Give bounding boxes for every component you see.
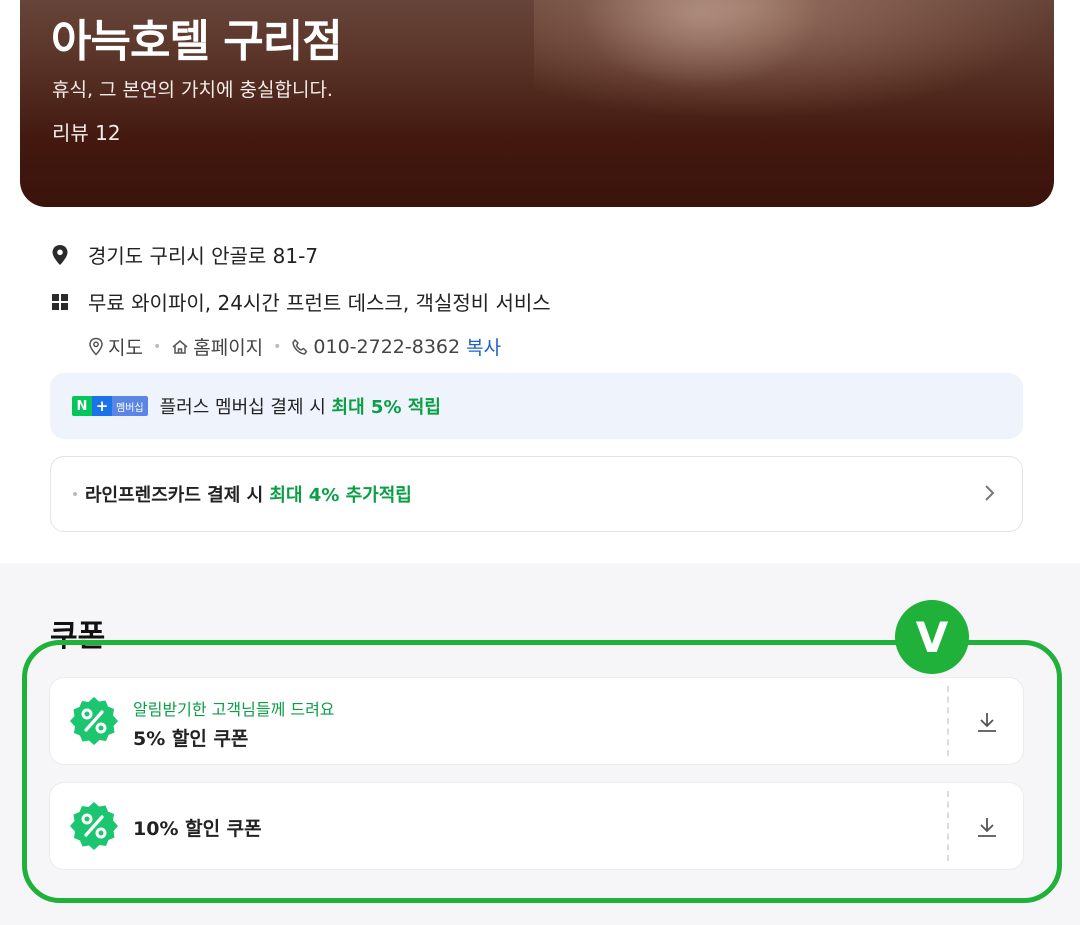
membership-text-prefix: 플러스 멤버십 결제 시 <box>159 397 332 418</box>
homepage-link-label: 홈페이지 <box>193 337 264 359</box>
chevron-right-icon <box>985 485 995 501</box>
copy-phone-button[interactable]: 복사 <box>466 333 501 360</box>
hotel-name: 아늑호텔 구리점 <box>51 16 343 67</box>
plus-icon: + <box>92 396 112 416</box>
membership-text-highlight: 최대 5% 적립 <box>331 397 441 418</box>
review-count-link[interactable]: 리뷰 12 <box>52 117 121 146</box>
coupon-text: 알림받기한 고객님들께 드려요 5% 할인 쿠폰 <box>133 696 335 751</box>
hotel-hero-banner: 아늑호텔 구리점 휴식, 그 본연의 가치에 충실합니다. 리뷰 12 <box>20 0 1054 207</box>
card-text-highlight: 최대 4% 추가적립 <box>269 485 412 506</box>
checkmark-badge-icon: V <box>895 600 969 674</box>
naver-n-logo: N <box>72 396 92 416</box>
coupon-divider <box>947 791 949 861</box>
amenities-text: 무료 와이파이, 24시간 프런트 데스크, 객실정비 서비스 <box>88 291 551 315</box>
download-icon[interactable] <box>975 710 999 734</box>
coupon-card: 10% 할인 쿠폰 <box>50 783 1023 869</box>
address-row: 경기도 구리시 안골로 81-7 <box>50 240 318 269</box>
coupon-divider <box>947 686 949 756</box>
homepage-link[interactable]: 홈페이지 <box>171 333 263 360</box>
coupon-title: 10% 할인 쿠폰 <box>133 818 262 840</box>
naver-plus-membership-badge: N + 멤버십 <box>72 396 148 416</box>
membership-badge-label: 멤버십 <box>112 396 148 416</box>
home-icon <box>172 339 188 354</box>
phone-icon <box>292 338 308 355</box>
coupon-title: 5% 할인 쿠폰 <box>133 728 249 750</box>
coupon-note: 알림받기한 고객님들께 드려요 <box>133 700 335 719</box>
coupon-section-title: 쿠폰 <box>50 619 106 654</box>
map-link[interactable]: 지도 <box>88 333 143 360</box>
hero-photo-highlight <box>580 0 820 90</box>
phone-number: 010-2722-8362 <box>313 335 461 358</box>
download-icon[interactable] <box>975 815 999 839</box>
membership-benefit-banner: N + 멤버십 플러스 멤버십 결제 시 최대 5% 적립 <box>50 373 1023 439</box>
hotel-slogan: 휴식, 그 본연의 가치에 충실합니다. <box>52 79 333 101</box>
address-text: 경기도 구리시 안골로 81-7 <box>88 244 319 268</box>
membership-benefit-text: 플러스 멤버십 결제 시 최대 5% 적립 <box>160 393 441 419</box>
card-promotion-text: 라인프렌즈카드 결제 시 최대 4% 추가적립 <box>85 481 412 507</box>
location-pin-icon <box>50 244 70 266</box>
discount-percent-icon <box>70 802 118 850</box>
contact-links: 지도 • 홈페이지 • 010-2722-8362 복사 <box>88 333 501 360</box>
separator-dot: • <box>273 338 282 355</box>
discount-percent-icon <box>70 697 118 745</box>
map-link-label: 지도 <box>108 337 143 359</box>
coupon-card: 알림받기한 고객님들께 드려요 5% 할인 쿠폰 <box>50 678 1023 764</box>
coupon-text: 10% 할인 쿠폰 <box>133 814 262 841</box>
bullet-dot <box>73 492 77 496</box>
separator-dot: • <box>152 338 162 355</box>
card-text-prefix: 라인프렌즈카드 결제 시 <box>85 485 270 506</box>
amenities-row: 무료 와이파이, 24시간 프런트 데스크, 객실정비 서비스 <box>50 287 551 316</box>
phone-link[interactable]: 010-2722-8362 <box>291 336 460 358</box>
card-promotion-row[interactable]: 라인프렌즈카드 결제 시 최대 4% 추가적립 <box>50 456 1023 532</box>
map-pin-outline-icon <box>89 337 103 356</box>
grid-icon <box>50 291 70 313</box>
